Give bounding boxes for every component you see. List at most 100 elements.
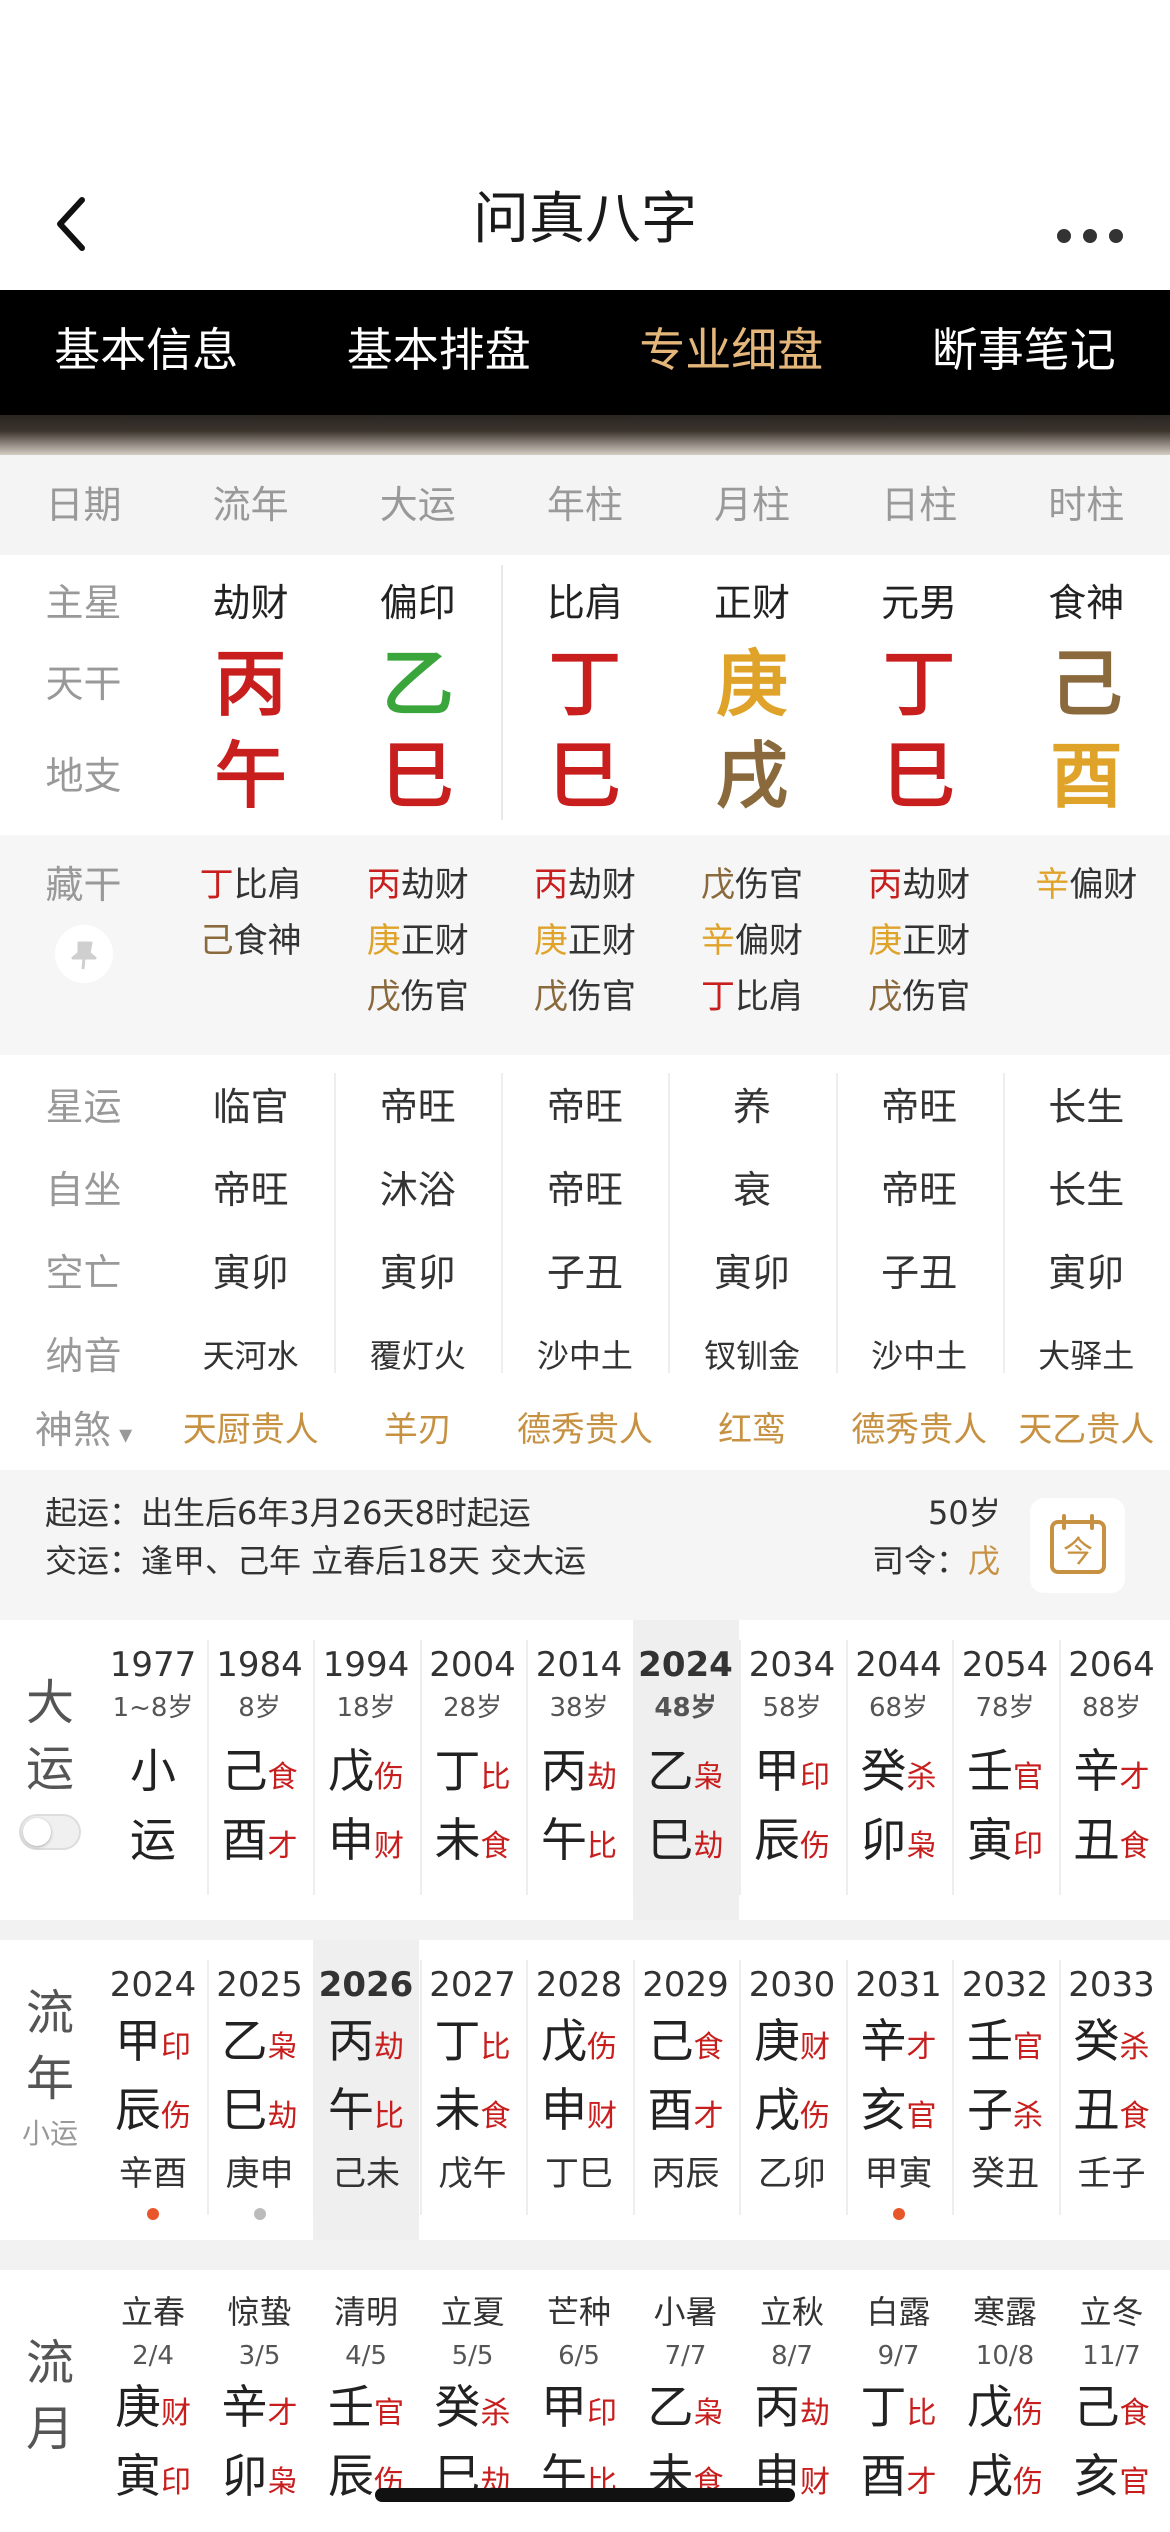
info-cell: 帝旺 <box>379 1085 456 1129</box>
dayun-zhi: 寅印 <box>952 1809 1058 1878</box>
liunian-column[interactable]: 2024 甲印 辰伤 辛酉 <box>100 1960 206 2220</box>
dayun-column[interactable]: 2014 38岁 丙劫 午比 <box>526 1640 632 1895</box>
info-cell: 子丑 <box>546 1251 623 1295</box>
liunian-zhi: 丑食 <box>1059 2079 1165 2148</box>
tab-3[interactable]: 断事笔记 <box>878 290 1170 415</box>
liunian-column[interactable]: 2027 丁比 未食 戊午 <box>420 1960 526 2220</box>
liuyue-gan-shishen: 印 <box>587 2397 617 2430</box>
liunian-column[interactable]: 2028 戊伤 申财 丁巳 <box>526 1960 632 2220</box>
liuyue-gan-char: 戊 <box>967 2380 1013 2434</box>
liuyue-gan: 甲印 <box>526 2376 632 2445</box>
dayun-gan-char: 丁 <box>434 1744 481 1798</box>
dayun-column[interactable]: 2044 68岁 癸杀 卯枭 <box>846 1640 952 1895</box>
canggan-shishen: 伤官 <box>902 977 971 1017</box>
dayun-gan-shishen: 食 <box>267 1761 298 1794</box>
canggan-shishen: 偏财 <box>735 921 804 961</box>
shensha-value[interactable]: 德秀贵人 <box>836 1400 1003 1460</box>
shensha-value[interactable]: 天乙贵人 <box>1003 1400 1170 1460</box>
canggan-gan: 辛 <box>1035 865 1070 905</box>
tab-0[interactable]: 基本信息 <box>0 290 293 415</box>
dayun-age: 88岁 <box>1081 1693 1142 1723</box>
dayun-column[interactable]: 2034 58岁 甲印 辰伤 <box>739 1640 845 1895</box>
dayun-year: 2034 <box>748 1645 836 1685</box>
pin-button[interactable] <box>55 925 113 983</box>
liunian-column[interactable]: 2031 辛才 亥官 甲寅 <box>846 1960 952 2220</box>
liunian-column[interactable]: 2030 庚财 戌伤 乙卯 <box>739 1960 845 2220</box>
info-row-label: 纳音 <box>45 1334 122 1378</box>
marker-dot <box>892 2208 905 2220</box>
liuyue-gan-shishen: 官 <box>374 2397 404 2430</box>
canggan-gan: 庚 <box>868 921 903 961</box>
today-calendar-button[interactable]: 今 <box>1030 1498 1125 1593</box>
dayun-gan-shishen: 劫 <box>587 1761 617 1794</box>
canggan-shishen: 比肩 <box>233 865 302 905</box>
dayun-zhi: 酉才 <box>207 1809 313 1878</box>
dayun-column[interactable]: 2004 28岁 丁比 未食 <box>420 1640 526 1895</box>
dayun-year: 1994 <box>322 1645 410 1685</box>
liuyue-column[interactable]: 立秋 8/7 丙劫 申财 <box>739 2288 845 2514</box>
canggan-column: 丙劫财 庚正财 戊伤官 <box>501 857 668 1025</box>
shensha-value[interactable]: 天厨贵人 <box>167 1400 334 1460</box>
dizhi-char: 午 <box>214 733 287 818</box>
dayun-column[interactable]: 1984 8岁 己食 酉才 <box>207 1640 313 1895</box>
dayun-column[interactable]: 1977 1~8岁小运 <box>100 1640 206 1895</box>
liunian-zhi: 亥官 <box>846 2079 952 2148</box>
info-cell: 长生 <box>1048 1168 1125 1212</box>
dayun-column[interactable]: 2024 48岁 乙枭 巳劫 <box>632 1620 739 1920</box>
liuyue-column[interactable]: 惊蛰 3/5 辛才 卯枭 <box>207 2288 313 2514</box>
dizhi-label: 地支 <box>45 754 122 798</box>
solar-term-date: 6/5 <box>558 2341 600 2371</box>
liuyue-zhi: 寅印 <box>100 2445 206 2514</box>
shensha-value[interactable]: 羊刃 <box>334 1400 501 1460</box>
column-separator <box>206 1960 209 2215</box>
liuyue-column[interactable]: 芒种 6/5 甲印 午比 <box>526 2288 632 2514</box>
status-bar <box>0 0 1170 160</box>
liuyue-zhi: 酉才 <box>846 2445 952 2514</box>
canggan-column: 丙劫财 庚正财 戊伤官 <box>334 857 501 1025</box>
tab-2[interactable]: 专业细盘 <box>585 290 878 415</box>
dayun-zhi: 申财 <box>313 1809 419 1878</box>
solar-term: 芒种 <box>546 2293 611 2331</box>
liunian-column[interactable]: 2026 丙劫 午比 己未 <box>313 1940 419 2240</box>
liunian-column[interactable]: 2032 壬官 子杀 癸丑 <box>952 1960 1058 2220</box>
dayun-column[interactable]: 2064 88岁 辛才 丑食 <box>1059 1640 1165 1895</box>
dayun-zhi-shishen: 食 <box>480 1830 511 1863</box>
liuyue-column[interactable]: 白露 9/7 丁比 酉才 <box>846 2288 952 2514</box>
liuyue-column[interactable]: 立夏 5/5 癸杀 巳劫 <box>420 2288 526 2514</box>
liunian-gan-char: 庚 <box>754 2014 800 2068</box>
main_star-label: 主星 <box>45 581 122 625</box>
canggan-label: 藏干 <box>45 863 122 907</box>
xiaoyun-toggle[interactable] <box>19 1814 81 1850</box>
more-options-icon[interactable] <box>1050 182 1130 262</box>
shensha-dropdown[interactable]: 神煞 ▾ <box>0 1400 167 1460</box>
tab-1[interactable]: 基本排盘 <box>293 290 586 415</box>
column-header: 日柱 <box>881 483 958 527</box>
canggan-gan: 庚 <box>366 921 401 961</box>
liunian-side-char: 流 <box>25 1985 74 2041</box>
dayun-year: 2004 <box>429 1645 516 1685</box>
dayun-zhi: 巳劫 <box>633 1809 739 1878</box>
liuyue-column[interactable]: 小暑 7/7 乙枭 未食 <box>633 2288 739 2514</box>
marker-dot <box>253 2208 266 2220</box>
liunian-side-label: 流 年 小运 <box>0 1940 100 2240</box>
shensha-value[interactable]: 红鸾 <box>669 1400 836 1460</box>
liuyue-column[interactable]: 立春 2/4 庚财 寅印 <box>100 2288 206 2514</box>
canggan-shishen: 食神 <box>233 921 302 961</box>
tiangan-char: 乙 <box>381 641 454 726</box>
shensha-value[interactable]: 德秀贵人 <box>501 1400 668 1460</box>
liunian-column[interactable]: 2033 癸杀 丑食 壬子 <box>1059 1960 1165 2220</box>
dayun-gan-shishen: 伤 <box>374 1761 404 1794</box>
liuyue-column[interactable]: 清明 4/5 壬官 辰伤 <box>313 2288 419 2514</box>
liuyue-column[interactable]: 寒露 10/8 戊伤 戌伤 <box>952 2288 1058 2514</box>
liunian-column[interactable]: 2029 己食 酉才 丙辰 <box>633 1960 739 2220</box>
marker-dot <box>147 2208 159 2220</box>
liunian-gan: 丙劫 <box>313 2010 419 2079</box>
dayun-column[interactable]: 2054 78岁 壬官 寅印 <box>952 1640 1058 1895</box>
marker-dot <box>999 2208 1011 2220</box>
liunian-column[interactable]: 2025 乙枭 巳劫 庚申 <box>207 1960 313 2220</box>
info-cell: 长生 <box>1048 1085 1125 1129</box>
info-row-label: 自坐 <box>45 1168 122 1212</box>
liuyue-column[interactable]: 立冬 11/7 己食 亥官 <box>1059 2288 1165 2514</box>
tabs-divider <box>0 415 1170 455</box>
dayun-column[interactable]: 1994 18岁 戊伤 申财 <box>313 1640 419 1895</box>
